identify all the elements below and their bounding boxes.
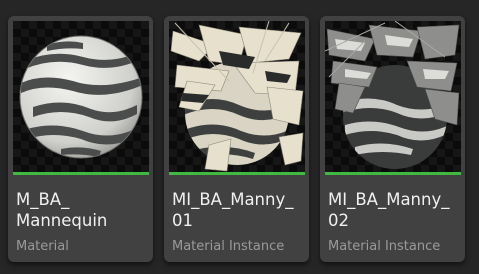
asset-tile-m-ba-mannequin[interactable]: M_BA_ Mannequin Material <box>8 16 153 262</box>
asset-type-label: Material Instance <box>328 239 441 254</box>
asset-name: MI_BA_Manny_ 01 <box>172 190 294 230</box>
asset-type-label: Material <box>16 239 69 254</box>
asset-type-color-bar <box>325 172 461 175</box>
material-sphere-thumbnail <box>13 21 149 175</box>
asset-name: M_BA_ Mannequin <box>16 190 108 230</box>
material-instance-thumbnail <box>169 21 305 175</box>
asset-name: MI_BA_Manny_ 02 <box>328 190 450 230</box>
asset-tile-mi-ba-manny-01[interactable]: MI_BA_Manny_ 01 Material Instance <box>164 16 309 262</box>
asset-type-label: Material Instance <box>172 239 285 254</box>
content-browser-asset-grid: M_BA_ Mannequin Material MI_BA_Manny_ 01… <box>0 0 479 274</box>
asset-type-color-bar <box>13 172 149 175</box>
asset-type-color-bar <box>169 172 305 175</box>
material-instance-thumbnail <box>325 21 461 175</box>
asset-tile-mi-ba-manny-02[interactable]: MI_BA_Manny_ 02 Material Instance <box>320 16 465 262</box>
